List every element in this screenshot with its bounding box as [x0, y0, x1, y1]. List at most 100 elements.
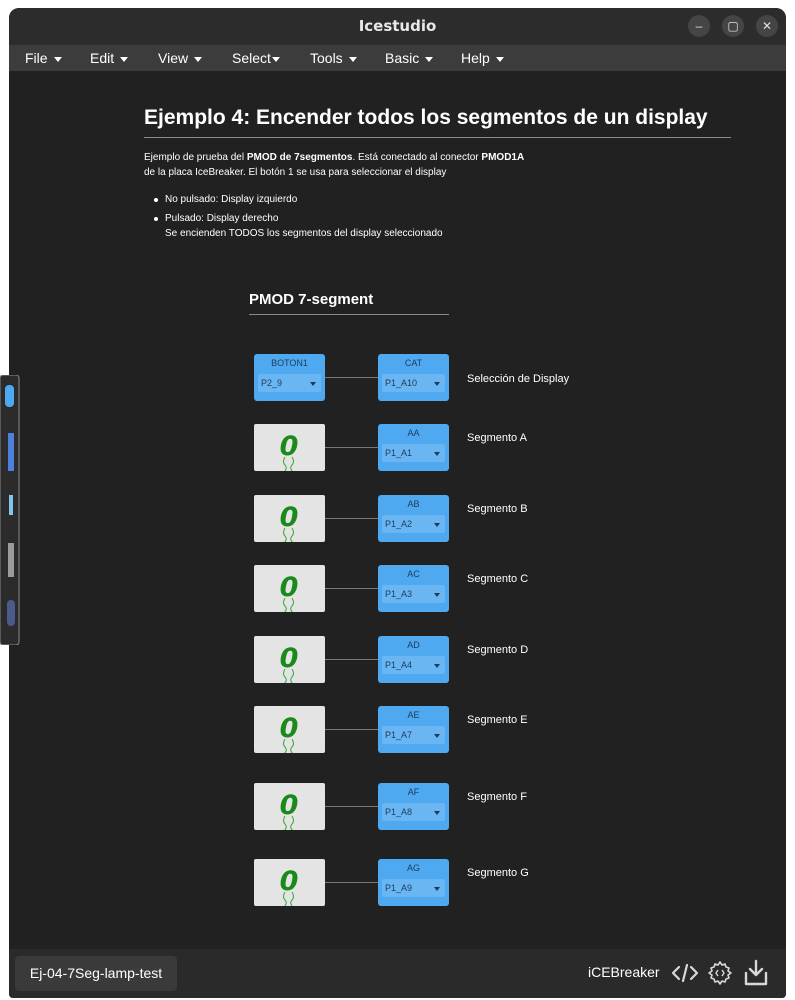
file-name-tab[interactable]: Ej-04-7Seg-lamp-test [15, 956, 177, 991]
window-title: Icestudio [358, 17, 437, 35]
chevron-down-icon [425, 56, 434, 62]
download-icon[interactable] [742, 959, 770, 987]
block-name: BOTON1 [271, 358, 308, 368]
constant-zero-block[interactable]: 0 [254, 495, 325, 544]
block-name: AC [407, 569, 420, 579]
pin-select[interactable]: P1_A8 [382, 803, 445, 821]
menu-help[interactable]: Help [461, 50, 504, 66]
svg-text:0: 0 [280, 866, 299, 897]
output-block-aa[interactable]: AA P1_A1 [378, 424, 449, 471]
code-icon[interactable] [671, 959, 699, 987]
doc-heading: Ejemplo 4: Encender todos los segmentos … [144, 106, 708, 129]
pin-select[interactable]: P2_9 [258, 374, 321, 392]
menu-edit[interactable]: Edit [90, 50, 129, 66]
wire[interactable] [325, 588, 378, 589]
comment-label: Selección de Display [467, 373, 570, 385]
constant-zero-block[interactable]: 0 [254, 859, 325, 908]
lamp-zero-icon: 0 [280, 866, 299, 908]
input-block-boton1[interactable]: BOTON1 P2_9 [254, 354, 325, 401]
svg-text:0: 0 [280, 431, 299, 462]
output-block-ac[interactable]: AC P1_A3 [378, 565, 449, 612]
title-bar: Icestudio – ▢ ✕ [9, 8, 786, 45]
lamp-zero-icon: 0 [280, 431, 299, 473]
constant-zero-block[interactable]: 0 [254, 424, 325, 473]
chevron-down-icon [434, 382, 440, 386]
constant-zero-block[interactable]: 0 [254, 706, 325, 755]
chevron-down-icon [348, 56, 357, 62]
svg-text:0: 0 [280, 643, 299, 674]
wire[interactable] [325, 377, 378, 378]
lamp-zero-icon: 0 [280, 790, 298, 832]
wire[interactable] [325, 729, 378, 730]
menu-view[interactable]: View [158, 50, 203, 66]
lamp-zero-icon: 0 [280, 643, 299, 685]
comment-label: Segmento B [467, 503, 528, 515]
output-block-ad[interactable]: AD P1_A4 [378, 636, 449, 683]
pin-select[interactable]: P1_A2 [382, 515, 445, 533]
wire[interactable] [325, 447, 378, 448]
chevron-down-icon [271, 56, 280, 62]
wire[interactable] [325, 806, 378, 807]
menu-file[interactable]: File [25, 50, 62, 66]
menu-tools[interactable]: Tools [310, 50, 357, 66]
minimize-button[interactable]: – [688, 15, 710, 37]
output-block-ag[interactable]: AG P1_A9 [378, 859, 449, 906]
output-block-ab[interactable]: AB P1_A2 [378, 495, 449, 542]
chevron-down-icon [53, 56, 62, 62]
board-name[interactable]: iCEBreaker [588, 964, 660, 980]
section-divider [249, 314, 449, 315]
pin-select[interactable]: P1_A9 [382, 879, 445, 897]
pin-select[interactable]: P1_A7 [382, 726, 445, 744]
output-block-af[interactable]: AF P1_A8 [378, 783, 449, 830]
pin-select[interactable]: P1_A1 [382, 444, 445, 462]
chevron-down-icon [495, 56, 504, 62]
wire[interactable] [325, 882, 378, 883]
menu-select[interactable]: Select [232, 50, 280, 66]
chevron-down-icon [120, 56, 129, 62]
section-heading: PMOD 7-segment [249, 291, 374, 308]
svg-text:0: 0 [280, 572, 299, 603]
chevron-down-icon [434, 664, 440, 668]
comment-label: Segmento F [467, 791, 527, 803]
block-name: AF [407, 787, 420, 797]
app-window: Icestudio – ▢ ✕ File Edit View Select To… [9, 8, 786, 998]
pin-select[interactable]: P1_A3 [382, 585, 445, 603]
design-canvas[interactable]: Ejemplo 4: Encender todos los segmentos … [9, 71, 786, 949]
chevron-down-icon [434, 811, 440, 815]
chevron-down-icon [434, 523, 440, 527]
heading-divider [144, 137, 731, 138]
svg-text:0: 0 [280, 713, 299, 744]
lamp-zero-icon: 0 [280, 713, 299, 755]
block-name: AD [407, 640, 420, 650]
constant-zero-block[interactable]: 0 [254, 783, 325, 832]
chevron-down-icon [434, 734, 440, 738]
pin-select[interactable]: P1_A10 [382, 374, 445, 392]
svg-text:0: 0 [280, 502, 299, 533]
menu-basic[interactable]: Basic [385, 50, 434, 66]
status-bar: Ej-04-7Seg-lamp-test iCEBreaker [9, 949, 786, 998]
chevron-down-icon [434, 452, 440, 456]
constant-zero-block[interactable]: 0 [254, 636, 325, 685]
maximize-button[interactable]: ▢ [722, 15, 744, 37]
output-block-ae[interactable]: AE P1_A7 [378, 706, 449, 753]
side-panel-widget[interactable] [0, 375, 20, 645]
chevron-down-icon [310, 382, 316, 386]
wire[interactable] [325, 518, 378, 519]
chevron-down-icon [194, 56, 203, 62]
chevron-down-icon [434, 887, 440, 891]
wire[interactable] [325, 659, 378, 660]
comment-label: Segmento G [467, 867, 529, 879]
constant-zero-block[interactable]: 0 [254, 565, 325, 614]
lamp-zero-icon: 0 [280, 572, 299, 614]
settings-gear-icon[interactable] [706, 959, 734, 987]
bullet-item: Pulsado: Display derecho Se encienden TO… [154, 213, 443, 239]
block-name: AG [406, 863, 420, 873]
block-name: AB [407, 499, 420, 509]
block-name: AE [407, 710, 420, 720]
pin-select[interactable]: P1_A4 [382, 656, 445, 674]
close-button[interactable]: ✕ [756, 15, 778, 37]
chevron-down-icon [434, 593, 440, 597]
comment-label: Segmento A [467, 432, 527, 444]
block-name: AA [407, 428, 420, 438]
output-block-cat[interactable]: CAT P1_A10 [378, 354, 449, 401]
